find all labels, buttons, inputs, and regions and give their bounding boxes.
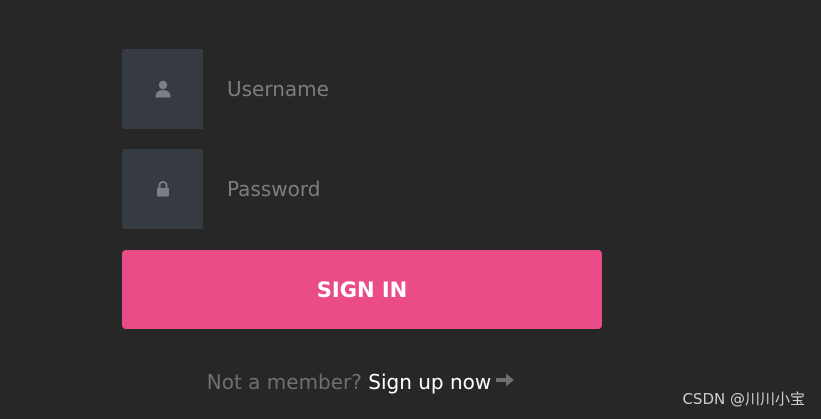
sign-in-button[interactable]: SIGN IN xyxy=(122,250,602,329)
sign-up-link[interactable]: Sign up now xyxy=(368,370,515,394)
signup-prompt-row: Not a member? Sign up now xyxy=(0,366,722,398)
watermark: CSDN @川川小宝 xyxy=(682,390,805,408)
sign-up-link-label: Sign up now xyxy=(368,370,492,394)
user-icon xyxy=(122,49,203,129)
username-input[interactable] xyxy=(203,49,602,129)
username-field xyxy=(122,49,602,129)
signup-prompt-text: Not a member? xyxy=(206,370,362,394)
login-page: SIGN IN Not a member? Sign up now CSDN @… xyxy=(0,0,821,419)
password-input[interactable] xyxy=(203,149,602,229)
arrow-right-icon xyxy=(495,366,515,398)
password-field xyxy=(122,149,602,229)
lock-icon xyxy=(122,149,203,229)
